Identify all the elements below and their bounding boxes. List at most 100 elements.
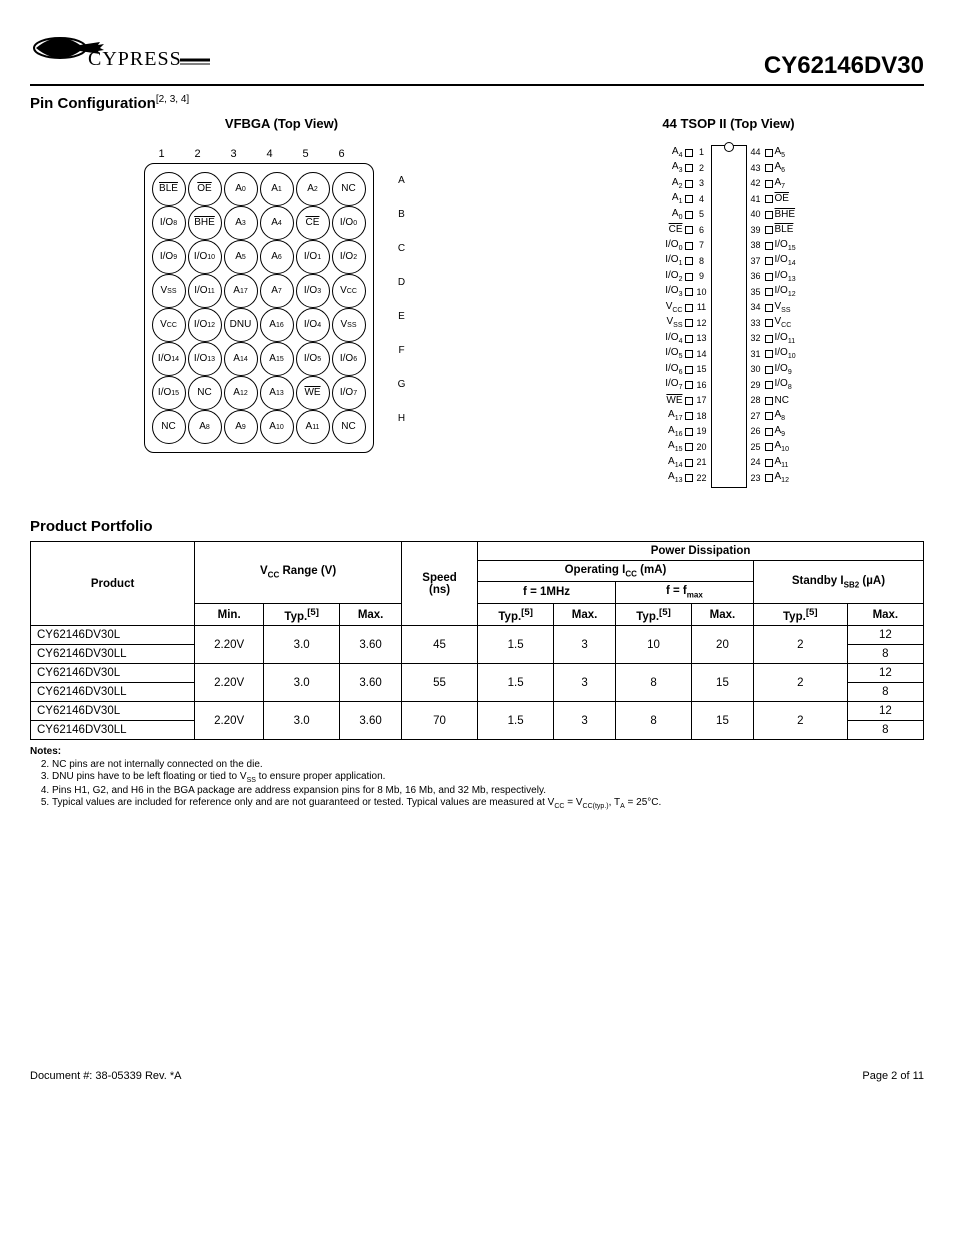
cell-product: CY62146DV30LL [31,645,195,664]
table-row: CY62146DV30L2.20V3.03.60451.531020212 [31,626,924,645]
tsop-pin: A1619 [647,424,711,440]
page-header: CYPRESS CY62146DV30 [30,20,924,86]
tsop-pin: 35I/O12 [747,285,811,301]
bga-ball: VSS [151,274,187,308]
logo-text: CYPRESS [88,48,182,70]
bga-ball: A16 [259,308,295,342]
logo: CYPRESS [30,20,210,80]
bga-ball: BLE [151,172,187,206]
cell: 15 [692,702,754,740]
bga-ball: CE [295,206,331,240]
tsop-pin: A05 [647,207,711,223]
bga-caption: VFBGA (Top View) [144,116,420,131]
tsop-pin: 38I/O15 [747,238,811,254]
bga-col-header: 4 [252,145,288,163]
bga-ball: A11 [295,410,331,444]
tsop-pin: 43A6 [747,161,811,177]
tsop-pin: 36I/O13 [747,269,811,285]
cell-product: CY62146DV30LL [31,683,195,702]
cell: 3 [554,702,616,740]
cell-product: CY62146DV30L [31,664,195,683]
cell: 45 [402,626,478,664]
th-standby: Standby ISB2 (µA) [753,561,923,604]
tsop-caption: 44 TSOP II (Top View) [647,116,811,131]
cell: 8 [615,664,691,702]
tsop-pin: 24A11 [747,455,811,471]
bga-ball: WE [295,376,331,410]
cell: 3.60 [340,702,402,740]
cell: 2 [753,664,847,702]
bga-ball: I/O12 [187,308,223,342]
tsop-pin: 40BHE [747,207,811,223]
bga-ball: VCC [331,274,367,308]
th-max3: Max. [692,603,754,626]
cell: 55 [402,664,478,702]
pinout-diagrams: VFBGA (Top View) 123456 BLEOEA0A1A2NCI/O… [30,116,924,488]
portfolio-title: Product Portfolio [30,518,924,535]
bga-ball: BHE [187,206,223,240]
bga-ball: OE [187,172,223,206]
tsop-pin: 32I/O11 [747,331,811,347]
cell: 70 [402,702,478,740]
bga-ball: I/O11 [187,274,223,308]
tsop-pin: 30I/O9 [747,362,811,378]
th-typ2: Typ.[5] [478,603,554,626]
cell: 2.20V [195,702,264,740]
cell-product: CY62146DV30L [31,702,195,721]
tsop-pin: WE17 [647,393,711,409]
tsop-pin: A1718 [647,409,711,425]
bga-col-header: 2 [180,145,216,163]
th-speed: Speed(ns) [402,542,478,626]
cell-product: CY62146DV30L [31,626,195,645]
bga-ball: NC [151,410,187,444]
bga-ball: A9 [223,410,259,444]
bga-ball: I/O14 [151,342,187,376]
tsop-pin: A14 [647,192,711,208]
cell: 12 [847,702,923,721]
tsop-pin: 44A5 [747,145,811,161]
bga-ball: A0 [223,172,259,206]
tsop-pin: CE6 [647,223,711,239]
bga-ball: A6 [259,240,295,274]
tsop-pin: A32 [647,161,711,177]
cypress-logo-icon: CYPRESS [30,20,210,80]
th-min: Min. [195,603,264,626]
bga-ball: NC [187,376,223,410]
tsop-pin: I/O716 [647,378,711,394]
cell: 2 [753,702,847,740]
cell: 1.5 [478,702,554,740]
cell: 15 [692,664,754,702]
tsop-pin: VSS12 [647,316,711,332]
part-number: CY62146DV30 [764,52,924,80]
tsop-pin: 27A8 [747,409,811,425]
tsop-pin: 31I/O10 [747,347,811,363]
tsop-pin: 33VCC [747,316,811,332]
page-number: Page 2 of 11 [862,1070,924,1082]
cell: 2.20V [195,626,264,664]
bga-row-label: D [374,265,420,299]
tsop-pin: I/O07 [647,238,711,254]
bga-col: VFBGA (Top View) 123456 BLEOEA0A1A2NCI/O… [144,116,420,488]
cell: 12 [847,664,923,683]
th-max4: Max. [847,603,923,626]
tsop-pin: 28NC [747,393,811,409]
bga-row-label: H [374,401,420,435]
tsop-pin: 42A7 [747,176,811,192]
bga-ball: A17 [223,274,259,308]
bga-ball: A1 [259,172,295,206]
cell: 3.60 [340,664,402,702]
note-item: Pins H1, G2, and H6 in the BGA package a… [52,785,924,796]
th-typ: Typ.[5] [264,603,340,626]
notes-list: NC pins are not internally connected on … [30,759,924,810]
tsop-pin: 34VSS [747,300,811,316]
bga-ball: A10 [259,410,295,444]
cell: 3 [554,664,616,702]
tsop-pin: 26A9 [747,424,811,440]
portfolio-table: Product VCC Range (V) Speed(ns) Power Di… [30,541,924,740]
note-item: Typical values are included for referenc… [52,797,924,810]
th-power: Power Dissipation [478,542,924,561]
tsop-pin: 25A10 [747,440,811,456]
cell: 2 [753,626,847,664]
th-max2: Max. [554,603,616,626]
bga-ball: I/O7 [331,376,367,410]
